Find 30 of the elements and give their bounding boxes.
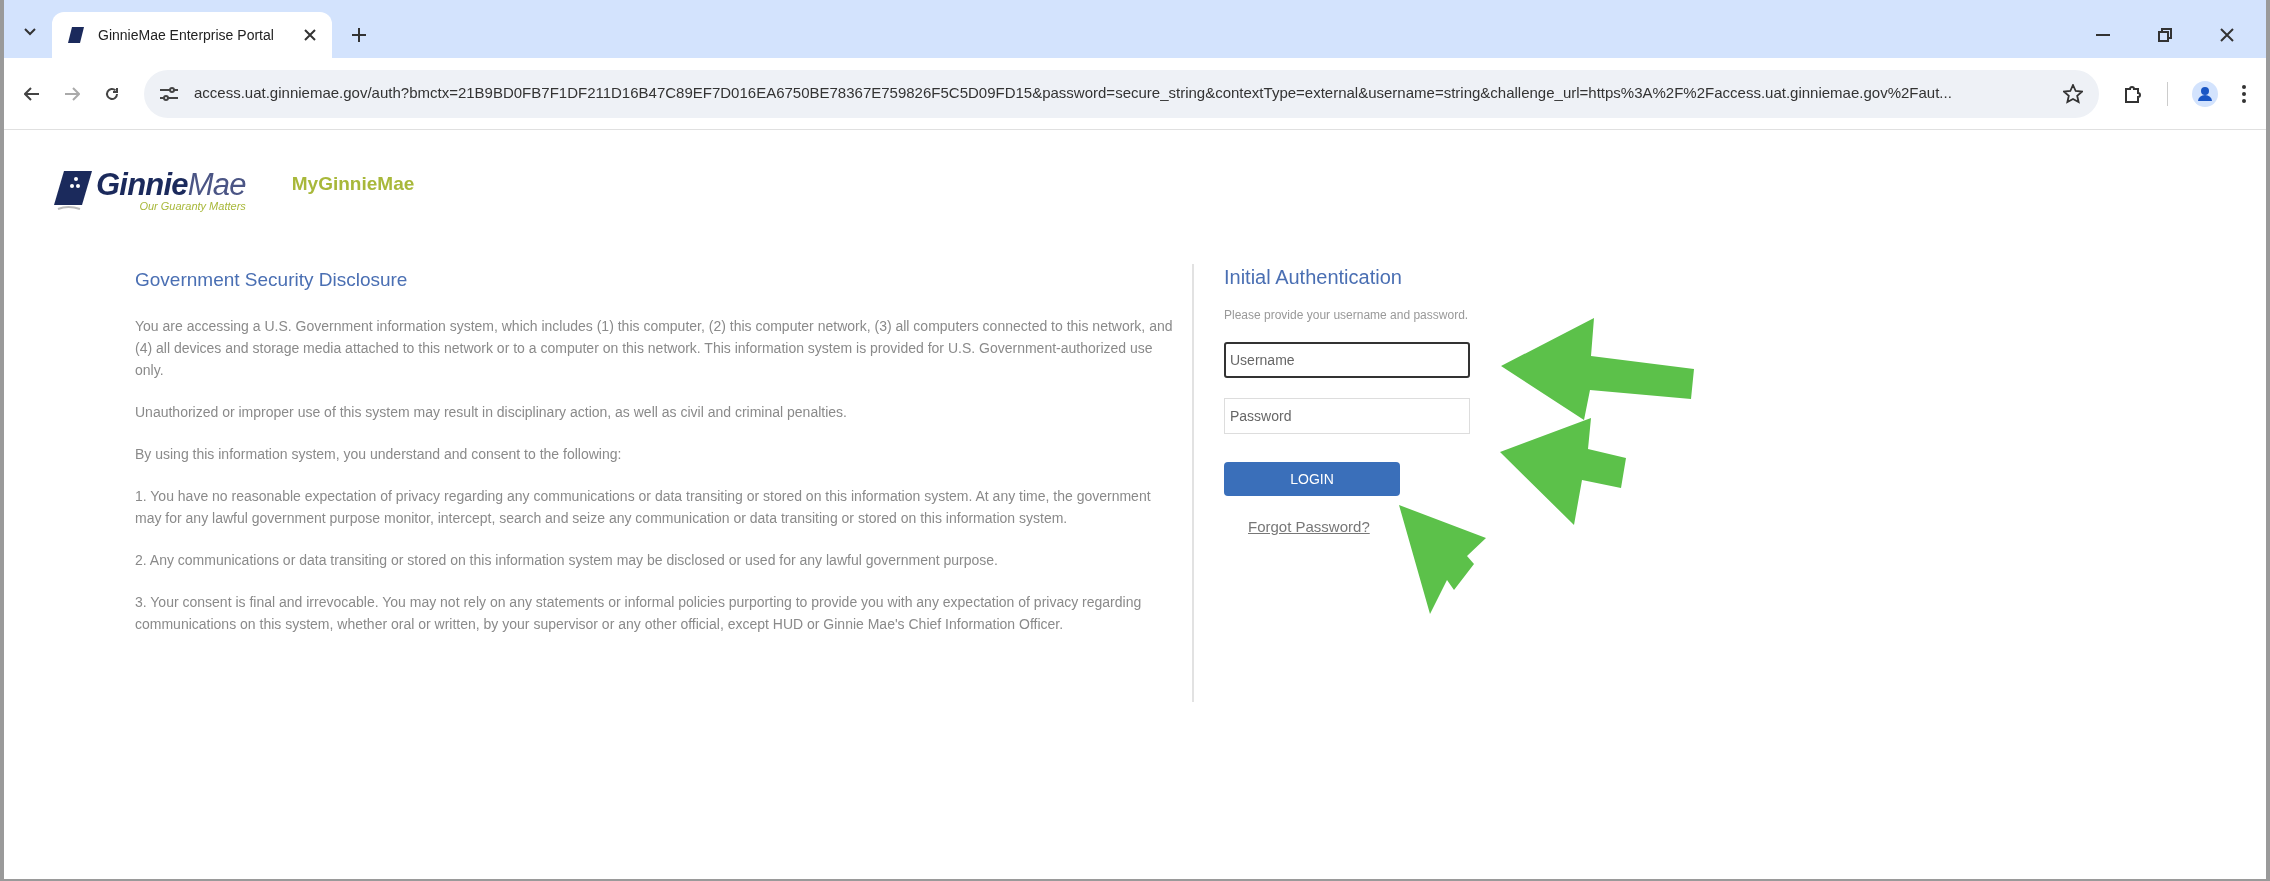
back-icon[interactable]: [24, 86, 40, 101]
star-icon[interactable]: [2063, 83, 2083, 104]
restore-icon[interactable]: [2158, 28, 2172, 42]
flag-icon: [68, 26, 86, 44]
browser-tab[interactable]: GinnieMae Enterprise Portal: [52, 12, 332, 58]
app-name: MyGinnieMae: [291, 171, 415, 196]
disclosure-paragraph: 2. Any communications or data transiting or stored on this information system may be disclosed or used for any lawful government purpose.: [135, 550, 999, 570]
login-button[interactable]: LOGIN: [1224, 462, 1400, 496]
disclosure-paragraph: By using this information system, you understand and consent to the following:: [135, 444, 623, 464]
disclosure-paragraph: 1. You have no reasonable expectation of privacy regarding any communications or data transiting or stored on this information system. At any time, the government may for any lawful government purpose monitor, intercept, search and seize any communication or data transiting or stored on this information system.: [135, 486, 1152, 528]
address-bar[interactable]: access.uat.ginniemae.gov/auth?bmctx=21B9BD0FB7F1DF211D16B47C89EF7D016EA6750BE78367E759826F5C5D09FD15&password=secure_string&contextType=external&username=string&challenge_url=https%3A%2F%2Faccess.uat.ginniemae.gov%2Faut...: [144, 69, 2099, 118]
new-tab-icon[interactable]: [352, 28, 366, 42]
section-heading: Government Security Disclosure: [135, 268, 409, 292]
forgot-password-link[interactable]: Forgot Password?: [1248, 516, 1370, 539]
reload-icon[interactable]: [104, 85, 120, 102]
close-icon[interactable]: [2220, 28, 2234, 42]
logo-text: GinnieMae: [96, 169, 246, 201]
site-settings-icon[interactable]: [160, 86, 178, 101]
input-field[interactable]: Username: [1224, 342, 1470, 378]
section-heading: Initial Authentication: [1224, 265, 1402, 290]
tagline: Our Guaranty Matters: [139, 200, 246, 214]
disclosure-paragraph: 3. Your consent is final and irrevocable. You may not rely on any statements or informal policies purporting to provide you with any expectation of privacy regarding communications on this system, whether oral or written, by your supervisor or any other official, except HUD or Ginnie Mae's Chief Information Officer.: [135, 592, 1143, 634]
extensions-icon[interactable]: [2123, 83, 2143, 104]
disclosure-paragraph: Unauthorized or improper use of this system may result in disciplinary action, as well as civil and criminal penalties.: [135, 402, 848, 422]
instructions-text: Please provide your username and password.: [1224, 307, 1469, 324]
disclosure-paragraph: You are accessing a U.S. Government information system, which includes (1) this computer, (2) this computer network, (3) all computers connected to this network, and (4) all devices and storage media attached to this network or to a computer on this network. This information system is provided for U.S. Government-authorized use only.: [135, 316, 1174, 380]
close-icon[interactable]: [304, 29, 316, 41]
profile-icon[interactable]: [2192, 80, 2218, 107]
menu-icon[interactable]: [2242, 84, 2246, 103]
chevron-down-icon: [24, 28, 36, 36]
